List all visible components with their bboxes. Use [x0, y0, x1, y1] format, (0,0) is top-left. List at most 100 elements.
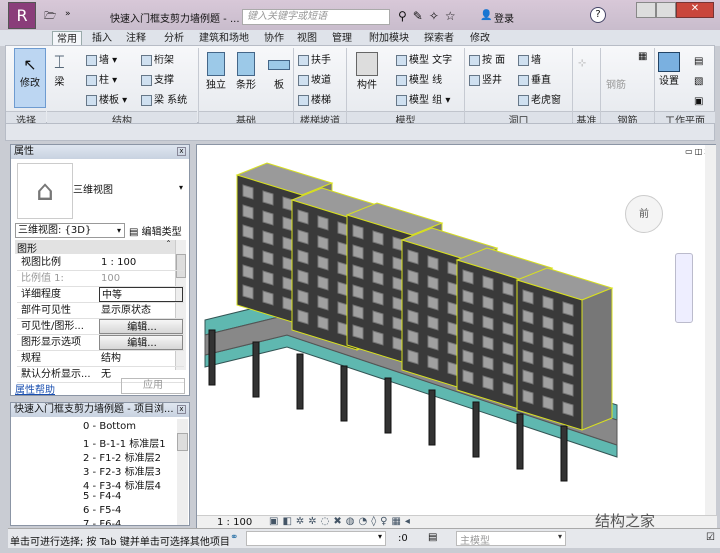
model-text-button[interactable]: 模型 文字: [396, 51, 452, 66]
browser-level-item[interactable]: 7 - F6-4: [83, 519, 121, 525]
wall-panel: [522, 309, 534, 325]
wall-opening-button[interactable]: 墙: [518, 51, 541, 66]
model-text-label: 模型 文字: [409, 55, 453, 66]
model-line-icon: [396, 74, 407, 86]
search-input[interactable]: 键入关键字或短语: [242, 9, 390, 25]
browser-level-item[interactable]: 2 - F1-2 标准层2: [83, 449, 161, 464]
help-button[interactable]: ?: [590, 7, 606, 23]
user-icon[interactable]: 👤: [480, 10, 492, 21]
options-bar: [5, 123, 715, 141]
view-scale[interactable]: 1 : 100: [217, 517, 252, 528]
design-options-icon[interactable]: ▤: [428, 532, 437, 543]
vertical-button[interactable]: 垂直: [518, 71, 551, 86]
by-face-button[interactable]: 按 面: [469, 51, 505, 66]
property-value[interactable]: 编辑...: [99, 335, 183, 350]
tab-home[interactable]: 常用: [52, 31, 82, 46]
navigation-bar[interactable]: [675, 253, 693, 323]
workplane-tools[interactable]: ▤ ▧ ▣: [694, 52, 703, 112]
browser-level-item[interactable]: 3 - F2-3 标准层3: [83, 463, 161, 478]
railing-button[interactable]: 扶手: [298, 51, 331, 66]
dormer-button[interactable]: 老虎窗: [518, 91, 561, 106]
tab-collaborate[interactable]: 协作: [260, 31, 288, 46]
browser-level-item[interactable]: 1 - B-1-1 标准层1: [83, 435, 166, 450]
toolbar-icons[interactable]: ⚲✎✧☆: [398, 9, 462, 23]
browser-level-item[interactable]: 6 - F5-4: [83, 505, 121, 516]
wall-panel: [462, 329, 474, 345]
open-icon[interactable]: 🗁: [44, 9, 56, 26]
beam-system-button[interactable]: 梁 系统: [141, 91, 187, 106]
tab-modify[interactable]: 修改: [466, 31, 494, 46]
tab-manage[interactable]: 管理: [328, 31, 356, 46]
wall-panel: [372, 230, 384, 246]
property-value[interactable]: 中等: [99, 287, 183, 302]
maximize-button[interactable]: [656, 2, 676, 18]
workset-icon[interactable]: ⚭: [230, 532, 238, 543]
slab-footing-button[interactable]: 板: [268, 52, 290, 91]
tab-analyze[interactable]: 分析: [160, 31, 188, 46]
wall-panel: [242, 244, 254, 260]
floor-button[interactable]: 楼板 ▾: [86, 91, 127, 106]
close-icon[interactable]: x: [177, 147, 186, 156]
browser-level-item[interactable]: 5 - F4-4: [83, 491, 121, 502]
wall-panel: [407, 249, 419, 265]
view-selector[interactable]: 三维视图: {3D} ▾: [15, 223, 125, 238]
view-control-icons[interactable]: ▣◧✲✲◌✖◍◔◊♀▦◂: [269, 516, 414, 527]
component-button[interactable]: 构件: [356, 52, 378, 91]
browser-level-item[interactable]: 4 - F3-4 标准层4: [83, 477, 161, 492]
design-option-select[interactable]: 主模型 ▾: [456, 531, 566, 547]
close-icon[interactable]: x: [177, 405, 186, 414]
property-value[interactable]: 编辑...: [99, 319, 183, 334]
rebar-button[interactable]: 钢筋: [606, 76, 626, 91]
tab-insert[interactable]: 插入: [88, 31, 116, 46]
property-row: 规程 结构: [17, 351, 184, 367]
more-icon[interactable]: »: [65, 9, 71, 19]
tab-site[interactable]: 建筑和场地: [195, 31, 253, 46]
3d-viewport[interactable]: ▭◫x 前 1 : 100 ▣◧✲✲◌✖◍◔◊♀▦◂ 结构之家: [196, 144, 717, 530]
minimize-button[interactable]: [636, 2, 656, 18]
browser-scrollbar[interactable]: [177, 419, 188, 525]
tab-view[interactable]: 视图: [293, 31, 321, 46]
stair-button[interactable]: 楼梯: [298, 91, 331, 106]
viewport-scrollbar[interactable]: [705, 145, 716, 515]
properties-help-link[interactable]: 属性帮助: [15, 381, 55, 396]
datum-icon[interactable]: ⊹: [578, 58, 586, 69]
rebar-grid-icon[interactable]: ▦: [638, 51, 647, 62]
close-button[interactable]: ✕: [676, 2, 714, 18]
wall-panel: [262, 190, 274, 206]
type-dropdown-icon[interactable]: ▾: [179, 183, 183, 192]
model-group-button[interactable]: 模型 组 ▾: [396, 91, 450, 106]
workplane-set-button[interactable]: 设置: [658, 52, 680, 87]
apply-button[interactable]: 应用: [121, 378, 185, 394]
wall-panel: [407, 329, 419, 345]
beam-label: 梁: [54, 77, 65, 88]
ramp-button[interactable]: 坡道: [298, 71, 331, 86]
tab-annotate[interactable]: 注释: [122, 31, 150, 46]
workset-select[interactable]: ▾: [246, 531, 386, 546]
wall-panel: [562, 341, 574, 357]
beam-button[interactable]: ⌶ 梁: [54, 52, 65, 88]
filter-checkbox[interactable]: ☑: [706, 532, 715, 543]
group-header-graphics[interactable]: 图形 ˆ: [15, 240, 175, 255]
viewcube[interactable]: 前: [625, 195, 663, 233]
wall-button[interactable]: 墙 ▾: [86, 51, 117, 66]
isolated-footing-button[interactable]: 独立: [206, 52, 226, 91]
tab-explorer[interactable]: 探索者: [420, 31, 458, 46]
login-link[interactable]: 登录: [494, 10, 514, 25]
shaft-button[interactable]: 竖井: [469, 71, 502, 86]
column-button[interactable]: 柱 ▾: [86, 71, 117, 86]
edit-type-button[interactable]: ▤ 编辑类型: [129, 223, 182, 238]
property-row: 比例值 1: 100: [17, 271, 184, 287]
brace-label: 支撑: [154, 75, 174, 86]
strip-footing-button[interactable]: 条形: [236, 52, 256, 91]
modify-button[interactable]: ↖ 修改: [14, 48, 46, 108]
model-line-button[interactable]: 模型 线: [396, 71, 442, 86]
stair-icon: [298, 94, 309, 106]
truss-button[interactable]: 桁架: [141, 51, 174, 66]
wall-panel: [262, 210, 274, 226]
tab-addins[interactable]: 附加模块: [365, 31, 413, 46]
browser-level-item[interactable]: 0 - Bottom: [83, 421, 136, 432]
app-menu-button[interactable]: R: [8, 2, 36, 29]
wall-panel: [407, 289, 419, 305]
type-name[interactable]: 三维视图: [73, 181, 113, 196]
brace-button[interactable]: 支撑: [141, 71, 174, 86]
